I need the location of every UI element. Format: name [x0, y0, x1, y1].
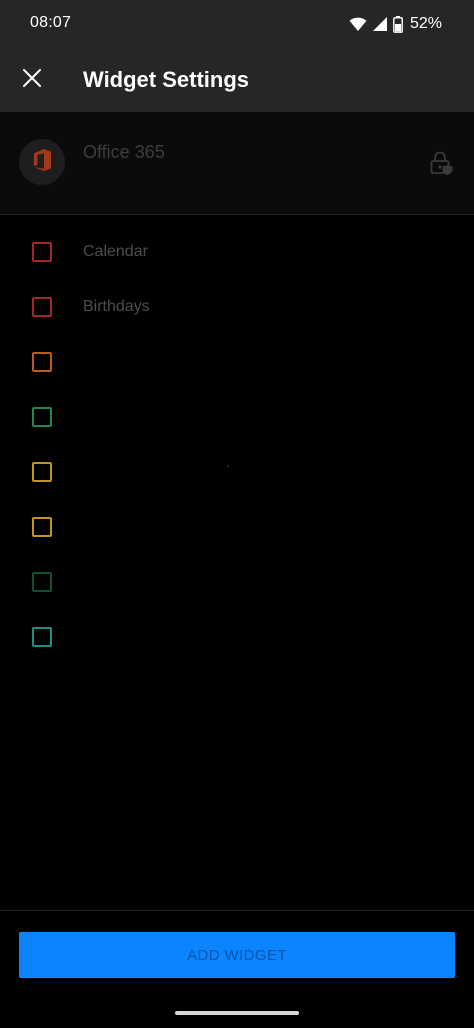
calendar-checkbox[interactable]: [32, 407, 52, 427]
add-widget-label: ADD WIDGET: [187, 946, 287, 964]
status-time: 08:07: [30, 14, 72, 31]
calendar-item[interactable]: Calendar: [0, 224, 474, 279]
lock-icon[interactable]: [428, 150, 454, 176]
calendar-item[interactable]: [0, 334, 474, 389]
battery-icon: [393, 15, 403, 33]
page-title: Widget Settings: [83, 67, 250, 92]
calendar-checkbox[interactable]: [32, 297, 52, 317]
calendar-item[interactable]: Birthdays: [0, 279, 474, 334]
status-icons: 52%: [349, 13, 442, 35]
calendar-checkbox[interactable]: [32, 242, 52, 262]
wifi-icon: [349, 16, 367, 32]
divider-dot: [227, 465, 229, 467]
account-name: Office 365: [83, 142, 165, 162]
calendar-checkbox[interactable]: [32, 352, 52, 372]
battery-percent: 52%: [409, 15, 442, 32]
add-widget-button[interactable]: ADD WIDGET: [19, 932, 455, 978]
calendar-item[interactable]: [0, 499, 474, 554]
office-logo-icon: [31, 148, 53, 177]
calendar-checkbox[interactable]: [32, 462, 52, 482]
footer: ADD WIDGET: [0, 910, 474, 1028]
home-indicator[interactable]: [175, 1011, 299, 1015]
calendar-label: Calendar: [83, 243, 148, 260]
close-icon: [22, 68, 42, 93]
calendar-checkbox[interactable]: [32, 517, 52, 537]
calendar-list: Calendar Birthdays: [0, 224, 474, 664]
calendar-item[interactable]: [0, 609, 474, 664]
account-row: Office 365: [0, 112, 474, 215]
account-avatar: [19, 139, 65, 185]
calendar-checkbox[interactable]: [32, 572, 52, 592]
calendar-item[interactable]: [0, 554, 474, 609]
signal-icon: [372, 16, 388, 32]
calendar-item[interactable]: [0, 389, 474, 444]
calendar-item[interactable]: [0, 444, 474, 499]
calendar-label: Birthdays: [83, 298, 150, 315]
app-bar: Widget Settings: [0, 48, 474, 112]
calendar-checkbox[interactable]: [32, 627, 52, 647]
close-button[interactable]: [12, 56, 52, 104]
status-bar: 08:07 52%: [0, 0, 474, 48]
